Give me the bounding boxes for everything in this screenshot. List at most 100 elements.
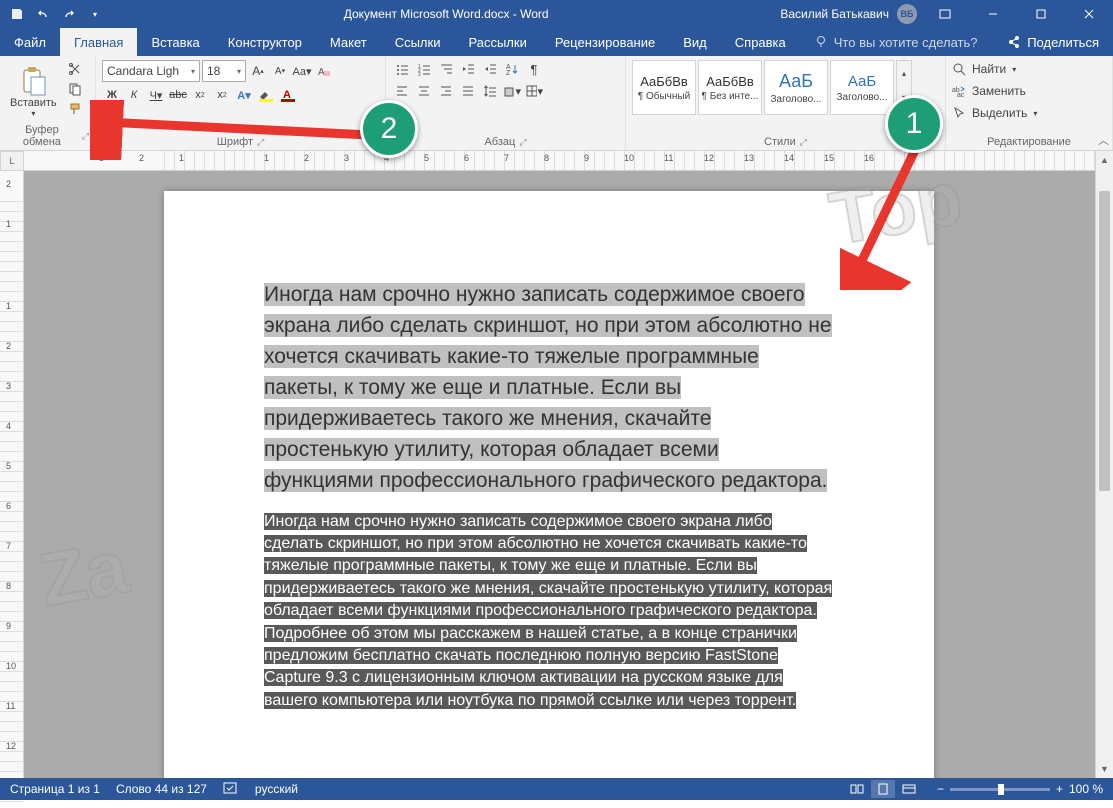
ribbon-tabs: Файл Главная Вставка Конструктор Макет С… (0, 28, 1113, 56)
numbering-icon[interactable]: 123 (414, 60, 434, 78)
zoom-in-icon[interactable]: + (1056, 782, 1063, 796)
zoom-control: − + 100 % (937, 782, 1103, 796)
style-heading1[interactable]: АаБЗаголово... (764, 60, 828, 115)
tell-me[interactable]: Что вы хотите сделать? (800, 28, 992, 56)
dialog-launcher-icon[interactable]: ⤢ (800, 137, 807, 148)
page-status[interactable]: Страница 1 из 1 (10, 782, 100, 796)
horizontal-ruler[interactable]: 321 1234 5678 9101112 13141516 (24, 151, 1095, 171)
scroll-thumb[interactable] (1099, 191, 1110, 491)
line-spacing-icon[interactable] (480, 82, 500, 100)
dialog-launcher-icon[interactable]: ⤢ (82, 131, 89, 142)
close-icon[interactable] (1069, 0, 1109, 28)
user-avatar[interactable]: ВБ (897, 4, 917, 24)
strikethrough-icon[interactable]: abc (168, 86, 188, 104)
style-heading2[interactable]: АаБЗаголово... (830, 60, 894, 115)
align-right-icon[interactable] (436, 82, 456, 100)
language-status[interactable]: русский (255, 782, 298, 796)
chevron-down-icon: ▾ (31, 109, 35, 118)
font-size-combo[interactable]: 18▾ (202, 60, 246, 82)
replace-button[interactable]: abacЗаменить (952, 82, 1106, 100)
clear-formatting-icon[interactable]: A (314, 62, 334, 80)
subscript-icon[interactable]: x2 (190, 86, 210, 104)
underline-icon[interactable]: Ч▾ (146, 86, 166, 104)
spellcheck-icon[interactable] (223, 781, 239, 798)
select-button[interactable]: Выделить▾ (952, 104, 1106, 122)
scroll-up-icon[interactable]: ▲ (1096, 151, 1113, 169)
print-layout-icon[interactable] (871, 780, 895, 798)
cut-icon[interactable] (65, 60, 85, 78)
minimize-icon[interactable] (973, 0, 1013, 28)
vertical-ruler[interactable]: 21 1234 5678 9101112 (0, 171, 24, 778)
grow-font-icon[interactable]: A▴ (248, 62, 268, 80)
tab-file[interactable]: Файл (0, 28, 60, 56)
increase-indent-icon[interactable] (480, 60, 500, 78)
tab-insert[interactable]: Вставка (137, 28, 213, 56)
change-case-icon[interactable]: Aa▾ (292, 62, 312, 80)
style-no-spacing[interactable]: АаБбВв¶ Без инте... (698, 60, 762, 115)
ruler-corner[interactable]: L (0, 151, 24, 171)
font-color-icon[interactable]: A (278, 86, 298, 104)
dialog-launcher-icon[interactable]: ⤢ (519, 137, 526, 148)
ribbon-display-icon[interactable] (925, 0, 965, 28)
status-bar: Страница 1 из 1 Слово 44 из 127 русский … (0, 778, 1113, 800)
bullets-icon[interactable] (392, 60, 412, 78)
maximize-icon[interactable] (1021, 0, 1061, 28)
tab-review[interactable]: Рецензирование (541, 28, 669, 56)
show-marks-icon[interactable]: ¶ (524, 60, 544, 78)
copy-icon[interactable] (65, 80, 85, 98)
tab-layout[interactable]: Макет (316, 28, 381, 56)
paragraph-2[interactable]: Иногда нам срочно нужно записать содержи… (264, 511, 834, 713)
font-name-combo[interactable]: Candara Ligh▾ (102, 60, 200, 82)
tab-references[interactable]: Ссылки (381, 28, 455, 56)
svg-text:A: A (318, 67, 325, 78)
redo-icon[interactable] (58, 3, 80, 25)
dialog-launcher-icon[interactable]: ⤢ (257, 137, 264, 148)
svg-text:Z: Z (506, 70, 511, 76)
save-icon[interactable] (6, 3, 28, 25)
replace-icon: abac (952, 84, 966, 98)
shading-icon[interactable]: ▾ (502, 82, 522, 100)
borders-icon[interactable]: ▾ (524, 82, 544, 100)
tab-mailings[interactable]: Рассылки (454, 28, 540, 56)
superscript-icon[interactable]: x2 (212, 86, 232, 104)
vertical-scrollbar[interactable]: ▲ ▼ (1095, 151, 1113, 778)
web-layout-icon[interactable] (897, 780, 921, 798)
undo-icon[interactable] (32, 3, 54, 25)
justify-icon[interactable] (458, 82, 478, 100)
tab-design[interactable]: Конструктор (214, 28, 316, 56)
zoom-slider[interactable] (950, 788, 1050, 791)
format-painter-icon[interactable] (65, 100, 85, 118)
share-button[interactable]: Поделиться (993, 28, 1113, 56)
clipboard-group-label: Буфер обмена (6, 124, 78, 148)
scroll-down-icon[interactable]: ▼ (1096, 760, 1113, 778)
read-mode-icon[interactable] (845, 780, 869, 798)
find-button[interactable]: Найти▾ (952, 60, 1106, 78)
italic-icon[interactable]: К (124, 86, 144, 104)
tab-view[interactable]: Вид (669, 28, 721, 56)
paragraph-group-label: Абзац (484, 136, 515, 148)
style-normal[interactable]: АаБбВв¶ Обычный (632, 60, 696, 115)
qat-customize-icon[interactable]: ▾ (84, 3, 106, 25)
tab-help[interactable]: Справка (721, 28, 800, 56)
sort-icon[interactable]: AZ (502, 60, 522, 78)
user-name[interactable]: Василий Батькавич (780, 7, 889, 21)
align-left-icon[interactable] (392, 82, 412, 100)
tab-home[interactable]: Главная (60, 28, 137, 56)
zoom-level[interactable]: 100 % (1069, 782, 1103, 796)
text-effects-icon[interactable]: A▾ (234, 86, 254, 104)
align-center-icon[interactable] (414, 82, 434, 100)
highlight-icon[interactable] (256, 86, 276, 104)
collapse-ribbon-icon[interactable]: ︿ (1098, 132, 1109, 148)
callout-1: 1 (885, 95, 943, 153)
word-count[interactable]: Слово 44 из 127 (116, 782, 207, 796)
paragraph-1[interactable]: Иногда нам срочно нужно записать содержи… (264, 279, 834, 497)
zoom-out-icon[interactable]: − (937, 782, 944, 796)
paste-button[interactable]: Вставить ▾ (6, 60, 61, 122)
document-area[interactable]: Иногда нам срочно нужно записать содержи… (24, 171, 1095, 778)
bulb-icon (814, 35, 828, 49)
shrink-font-icon[interactable]: A▾ (270, 62, 290, 80)
bold-icon[interactable]: Ж (102, 86, 122, 104)
multilevel-list-icon[interactable] (436, 60, 456, 78)
ribbon: Вставить ▾ Буфер обмена ⤢ Candara Ligh▾ 1… (0, 56, 1113, 151)
decrease-indent-icon[interactable] (458, 60, 478, 78)
